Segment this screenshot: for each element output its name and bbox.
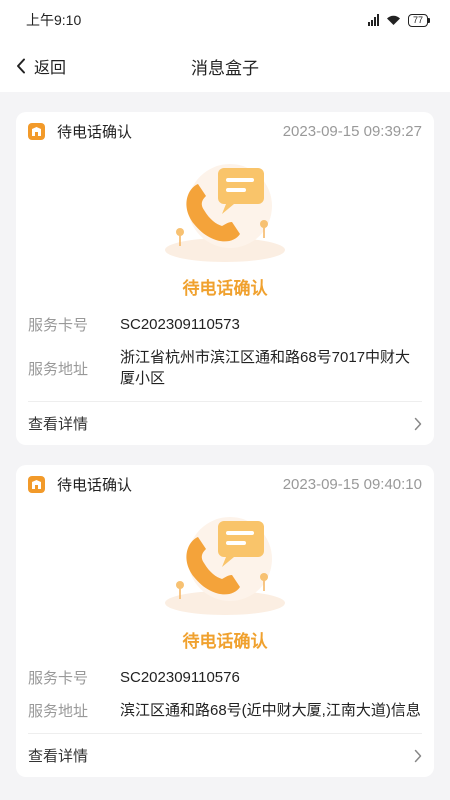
card-timestamp: 2023-09-15 09:40:10 xyxy=(282,475,422,493)
view-details-label: 查看详情 xyxy=(28,416,89,433)
field-label: 服务地址 xyxy=(28,360,89,378)
status-icons: 77 xyxy=(367,13,431,27)
app-icon xyxy=(28,122,45,140)
field-row-card-number: 服务卡号 SC202309110576 xyxy=(28,661,422,694)
chevron-right-icon xyxy=(414,417,422,430)
app-icon xyxy=(28,475,45,493)
phone-call-illustration xyxy=(28,154,422,266)
back-label: 返回 xyxy=(34,60,67,77)
field-label: 服务卡号 xyxy=(28,317,89,334)
message-card: 待电话确认 2023-09-15 09:40:10 待电话确认 服务卡号 SC2… xyxy=(16,465,434,777)
card-type-label: 待电话确认 xyxy=(57,123,133,141)
card-type-label: 待电话确认 xyxy=(57,476,133,494)
signal-icon xyxy=(367,14,379,26)
status-time: 上午9:10 xyxy=(26,12,82,28)
message-list: 待电话确认 2023-09-15 09:39:27 待电话确认 服务卡号 SC2… xyxy=(0,92,450,777)
field-row-address: 服务地址 滨江区通和路68号(近中财大厦,江南大道)信息 xyxy=(28,694,422,727)
field-row-address: 服务地址 浙江省杭州市滨江区通和路68号7017中财大厦小区 xyxy=(28,341,422,395)
card-fields: 服务卡号 SC202309110573 服务地址 浙江省杭州市滨江区通和路68号… xyxy=(28,308,422,395)
status-bar: 上午9:10 77 xyxy=(0,0,450,40)
nav-bar: 返回 消息盒子 xyxy=(0,40,450,92)
phone-call-illustration xyxy=(28,507,422,619)
battery-icon: 77 xyxy=(407,13,431,27)
status-title: 待电话确认 xyxy=(182,279,268,298)
field-label: 服务地址 xyxy=(28,703,89,720)
card-header: 待电话确认 2023-09-15 09:40:10 xyxy=(28,465,422,503)
view-details-link[interactable]: 查看详情 xyxy=(28,733,422,777)
field-row-card-number: 服务卡号 SC202309110573 xyxy=(28,308,422,341)
card-timestamp: 2023-09-15 09:39:27 xyxy=(282,122,422,140)
field-value: SC202309110576 xyxy=(120,669,240,686)
chevron-right-icon xyxy=(414,749,422,762)
field-value: SC202309110573 xyxy=(120,316,240,333)
field-value: 滨江区通和路68号(近中财大厦,江南大道)信息 xyxy=(120,702,421,719)
page-title: 消息盒子 xyxy=(191,58,259,78)
chevron-left-icon xyxy=(17,58,25,74)
field-value: 浙江省杭州市滨江区通和路68号7017中财大厦小区 xyxy=(120,349,411,387)
card-fields: 服务卡号 SC202309110576 服务地址 滨江区通和路68号(近中财大厦… xyxy=(28,661,422,727)
message-card: 待电话确认 2023-09-15 09:39:27 待电话确认 服务卡号 SC2… xyxy=(16,112,434,445)
wifi-icon xyxy=(386,15,400,25)
back-button[interactable]: 返回 xyxy=(0,54,66,78)
view-details-label: 查看详情 xyxy=(28,748,89,765)
view-details-link[interactable]: 查看详情 xyxy=(28,401,422,445)
field-label: 服务卡号 xyxy=(28,670,89,687)
card-header: 待电话确认 2023-09-15 09:39:27 xyxy=(28,112,422,150)
status-title: 待电话确认 xyxy=(182,632,268,651)
